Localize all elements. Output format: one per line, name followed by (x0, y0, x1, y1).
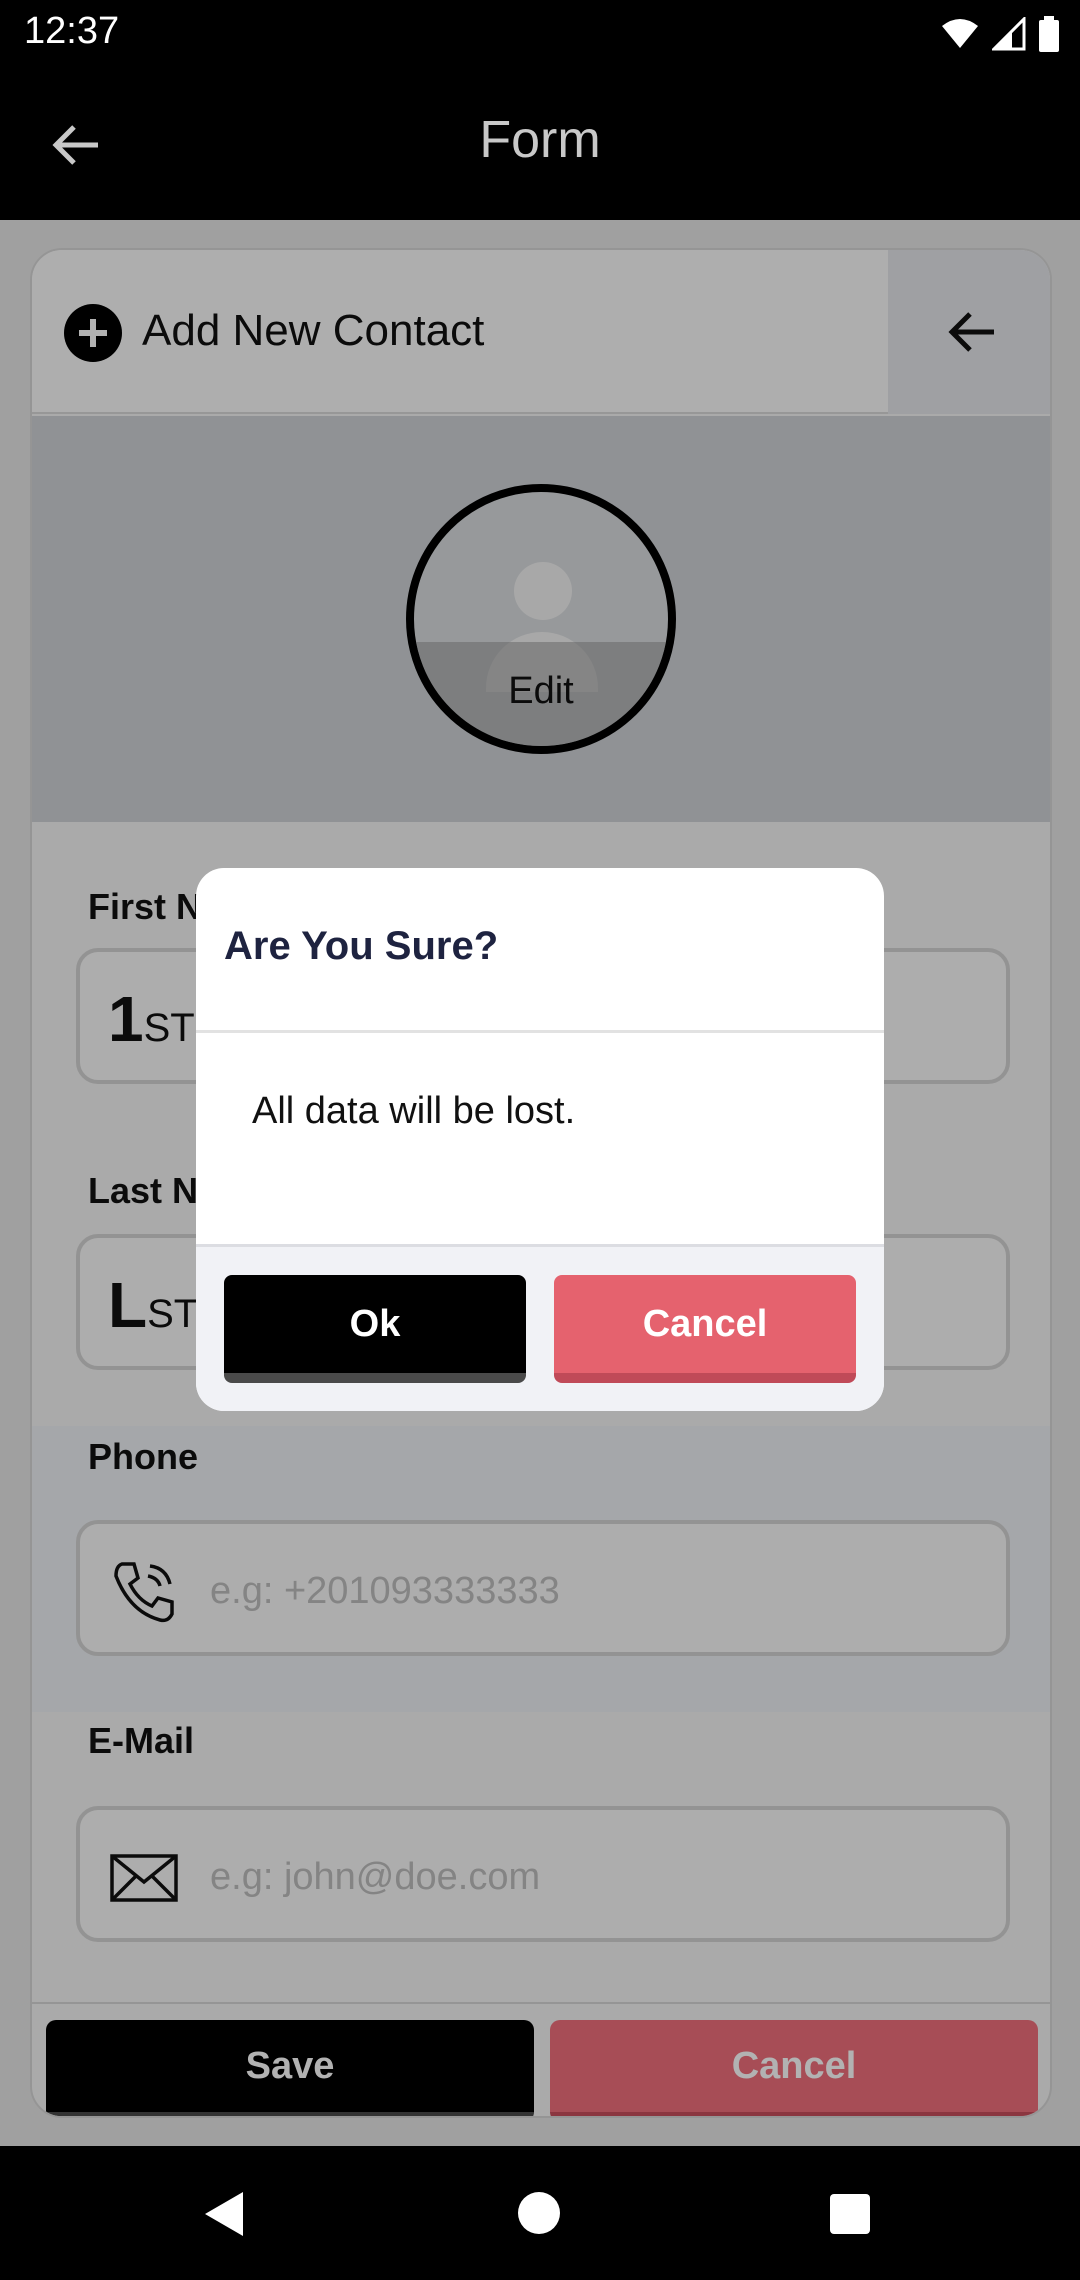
dialog-divider (196, 1030, 884, 1033)
signal-icon (992, 17, 1026, 51)
dialog-message: All data will be lost. (252, 1090, 576, 1132)
nav-recents-icon[interactable] (830, 2194, 870, 2234)
nav-home-icon[interactable] (518, 2192, 560, 2234)
app-bar: Form (0, 68, 1080, 220)
battery-icon (1039, 16, 1059, 52)
wifi-icon (942, 19, 978, 48)
status-icons (940, 14, 1060, 54)
status-time: 12:37 (24, 10, 120, 52)
dialog-ok-button[interactable]: Ok (224, 1275, 526, 1383)
dialog-cancel-button[interactable]: Cancel (554, 1275, 856, 1383)
system-nav-bar (0, 2146, 1080, 2280)
app-title: Form (479, 111, 601, 169)
status-bar: 12:37 (0, 0, 1080, 68)
dialog-title: Are You Sure? (224, 924, 499, 968)
dialog-footer: Ok Cancel (196, 1244, 884, 1411)
screen: 12:37 Form Add New Contact Edit First Na… (0, 0, 1080, 2280)
confirm-dialog: Are You Sure? All data will be lost. Ok … (196, 868, 884, 1411)
nav-back-icon[interactable] (205, 2192, 243, 2236)
